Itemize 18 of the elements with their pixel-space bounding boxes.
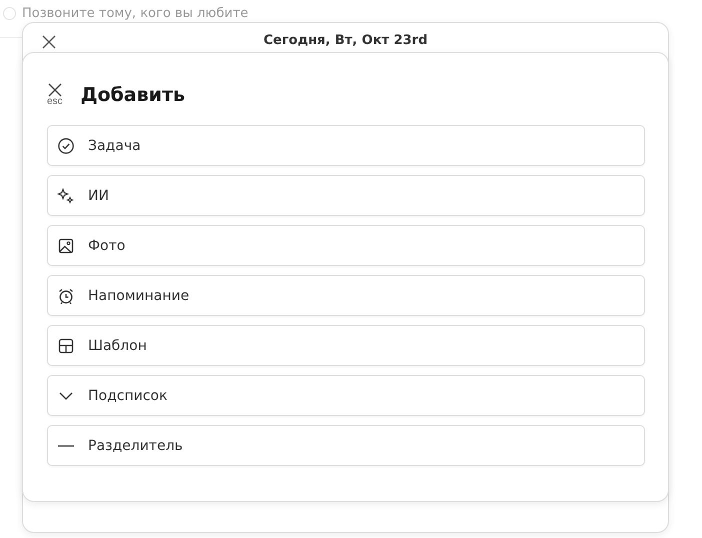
- menu-item[interactable]: Подсписок: [47, 375, 645, 416]
- menu-item[interactable]: Напоминание: [47, 275, 645, 316]
- checkbox[interactable]: [3, 6, 16, 20]
- reminder-icon: [57, 286, 75, 304]
- photo-icon: [57, 236, 75, 254]
- menu-item[interactable]: Шаблон: [47, 325, 645, 366]
- divider-icon: [58, 444, 74, 446]
- menu-item[interactable]: ИИ: [47, 175, 645, 216]
- date-title: Сегодня, Вт, Окт 23rd: [263, 32, 428, 48]
- close-icon[interactable]: [42, 35, 56, 49]
- close-button[interactable]: esc: [47, 83, 63, 107]
- template-icon: [57, 336, 75, 354]
- task-icon: [57, 136, 75, 154]
- menu-item[interactable]: Задача: [47, 125, 645, 166]
- dialog-title: Добавить: [80, 84, 185, 106]
- task-text: Позвоните тому, кого вы любите: [22, 6, 248, 20]
- menu-item[interactable]: Разделитель: [47, 425, 645, 466]
- menu-item[interactable]: Фото: [47, 225, 645, 266]
